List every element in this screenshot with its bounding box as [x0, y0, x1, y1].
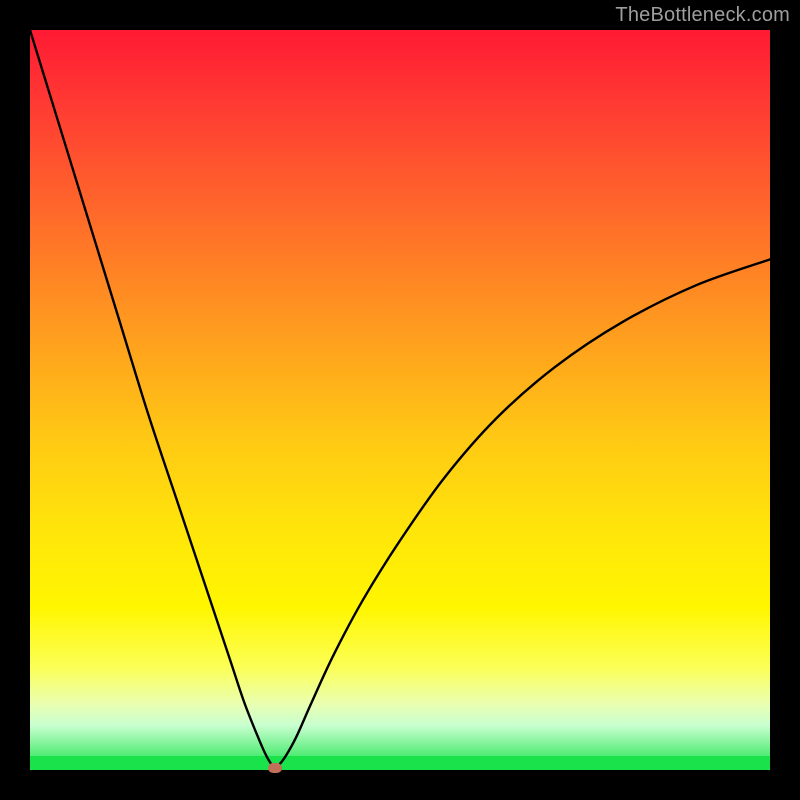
- bottleneck-curve: [30, 30, 770, 767]
- curve-svg: [30, 30, 770, 770]
- chart-frame: TheBottleneck.com: [0, 0, 800, 800]
- optimal-point-marker: [268, 763, 282, 773]
- watermark-text: TheBottleneck.com: [615, 4, 790, 27]
